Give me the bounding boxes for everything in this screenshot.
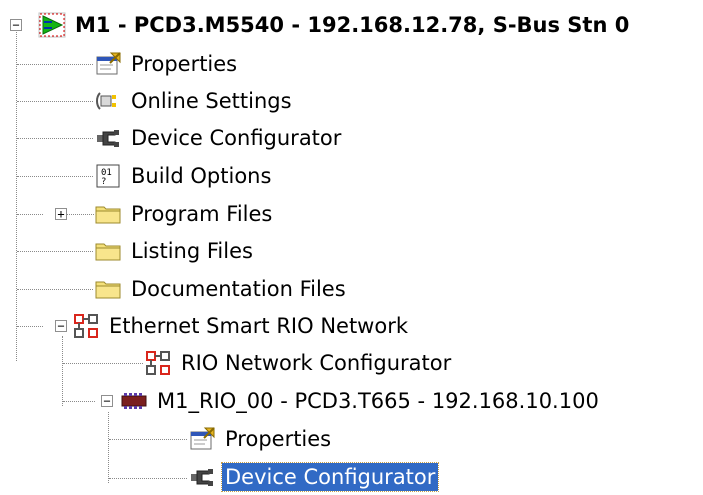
properties-icon [94,50,122,78]
tree-node-label: Listing Files [131,239,253,263]
root-collapse-toggle[interactable]: − [10,19,22,31]
rio-network-collapse-toggle[interactable]: − [55,320,67,332]
tree-node-label: Ethernet Smart RIO Network [109,314,409,338]
tree-node-label: Properties [225,427,332,451]
tree-node-label: Device Configurator [131,126,342,150]
tree-node-build-options[interactable]: 01 ? Build Options [94,158,274,194]
tree-node-label: Documentation Files [131,277,346,301]
tree-node-label-selected: Device Configurator [220,462,440,492]
rio-module-icon [120,387,148,415]
tree-node-device-configurator[interactable]: Device Configurator [94,120,344,156]
tree-node-label: RIO Network Configurator [181,351,452,375]
rio-module-collapse-toggle[interactable]: − [101,395,113,407]
build-options-icon: 01 ? [94,162,122,190]
folder-icon [94,237,122,265]
tree-node-listing-files[interactable]: Listing Files [94,233,256,269]
device-configurator-icon [94,124,122,152]
tree-node-label: Build Options [131,164,272,188]
tree-node-root[interactable]: M1 - PCD3.M5540 - 192.168.12.78, S-Bus S… [38,7,632,43]
tree-node-label: M1_RIO_00 - PCD3.T665 - 192.168.10.100 [157,389,599,413]
svg-text:?: ? [101,177,106,187]
tree-node-label: Online Settings [131,89,292,113]
tree-node-online-settings[interactable]: Online Settings [94,83,295,119]
device-configurator-icon [188,463,216,491]
tree-node-program-files[interactable]: Program Files [94,196,275,232]
folder-icon [94,275,122,303]
tree-node-rio-properties[interactable]: Properties [188,421,334,457]
tree-node-rio-device-configurator[interactable]: Device Configurator [188,459,440,495]
network-icon [72,312,100,340]
tree-node-ethernet-smart-rio-network[interactable]: Ethernet Smart RIO Network [72,308,411,344]
project-tree: − + − − M1 - PCD3.M5540 - 192.168.12.78,… [0,0,703,495]
online-settings-icon [94,87,122,115]
tree-node-rio-module[interactable]: M1_RIO_00 - PCD3.T665 - 192.168.10.100 [120,383,602,419]
program-files-expand-toggle[interactable]: + [55,208,67,220]
tree-node-rio-network-configurator[interactable]: RIO Network Configurator [144,345,454,381]
tree-node-label: Properties [131,52,238,76]
tree-node-properties[interactable]: Properties [94,46,240,82]
folder-icon [94,200,122,228]
properties-icon [188,425,216,453]
tree-node-label: Program Files [131,202,273,226]
device-run-icon [38,11,66,39]
tree-node-label: M1 - PCD3.M5540 - 192.168.12.78, S-Bus S… [75,13,630,37]
tree-node-documentation-files[interactable]: Documentation Files [94,271,349,307]
network-icon [144,349,172,377]
